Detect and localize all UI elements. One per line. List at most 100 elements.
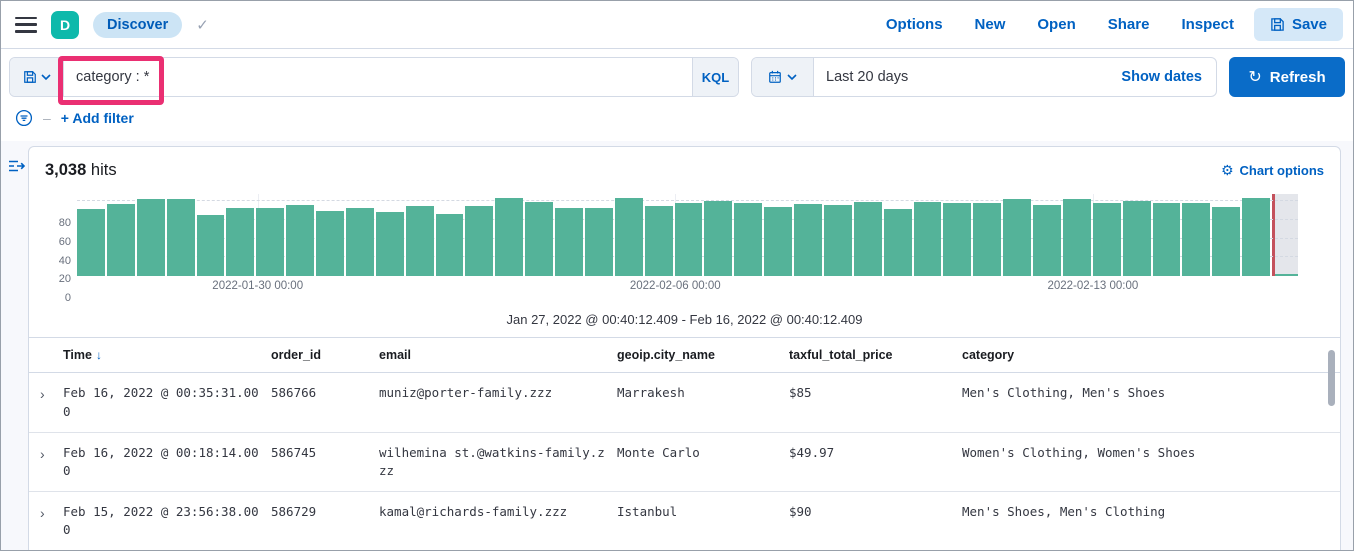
top-bar: D Discover ✓ Options New Open Share Inspect … xyxy=(1,1,1353,49)
histogram-bar[interactable] xyxy=(764,207,792,276)
saved-query-menu-button[interactable] xyxy=(10,58,64,96)
refresh-label: Refresh xyxy=(1269,68,1326,86)
query-input[interactable]: category : * xyxy=(64,58,692,96)
save-icon xyxy=(1271,18,1284,31)
histogram-bar[interactable] xyxy=(316,210,344,276)
histogram-bar[interactable] xyxy=(166,198,195,276)
breadcrumb[interactable]: Discover xyxy=(93,11,183,38)
date-picker-group: Last 20 days Show dates xyxy=(751,57,1217,97)
column-header-geoip-city-name[interactable]: geoip.city_name xyxy=(617,338,789,372)
check-icon: ✓ xyxy=(196,16,209,34)
nav-link-new[interactable]: New xyxy=(963,10,1018,39)
histogram-bar[interactable] xyxy=(286,205,314,276)
hits-count: 3,038 hits xyxy=(45,161,117,180)
table-header-row: Time ↓ order_id email geoip.city_name taxful_… xyxy=(29,338,1340,374)
chevron-down-icon xyxy=(40,73,51,80)
nav-link-open[interactable]: Open xyxy=(1025,10,1087,39)
calendar-icon xyxy=(769,70,781,83)
histogram-chart: 0 20 40 60 80 2022-01-30 00:00 2022-02-06 00:… xyxy=(39,194,1298,304)
save-button[interactable]: Save xyxy=(1253,8,1343,41)
histogram-bar[interactable] xyxy=(256,207,285,276)
histogram-bar[interactable] xyxy=(106,204,135,276)
table-cell: $90 xyxy=(789,503,812,519)
sort-desc-icon[interactable]: ↓ xyxy=(96,348,102,362)
histogram-bar[interactable] xyxy=(196,214,225,276)
histogram-bar[interactable] xyxy=(375,211,404,276)
add-filter-button[interactable]: + Add filter xyxy=(61,110,134,126)
current-time-partial-bucket[interactable] xyxy=(1272,194,1298,276)
histogram-bar[interactable] xyxy=(1092,203,1121,276)
histogram-bar[interactable] xyxy=(1062,198,1091,276)
histogram-bar[interactable] xyxy=(226,207,255,276)
histogram-bar[interactable] xyxy=(1182,203,1211,276)
row-expander-button[interactable]: › xyxy=(29,433,63,491)
histogram-bar[interactable] xyxy=(853,202,882,276)
table-cell: wilhemina st.@watkins-family.zzz xyxy=(379,444,605,478)
query-language-badge[interactable]: KQL xyxy=(692,58,738,96)
histogram-bar[interactable] xyxy=(345,207,374,276)
histogram-bar[interactable] xyxy=(1152,203,1181,276)
time-range-caption: Jan 27, 2022 @ 00:40:12.409 - Feb 16, 20… xyxy=(506,312,863,327)
histogram-bar[interactable] xyxy=(435,213,464,276)
histogram-bar[interactable] xyxy=(614,197,643,276)
column-header-time[interactable]: Time ↓ xyxy=(63,338,271,372)
menu-icon[interactable] xyxy=(15,16,37,33)
table-cell: Feb 16, 2022 @ 00:18:14.000 xyxy=(63,444,259,478)
y-tick-label: 20 xyxy=(58,273,71,286)
filter-menu-icon[interactable] xyxy=(15,109,33,127)
histogram-bar[interactable] xyxy=(584,207,613,276)
histogram-bar[interactable] xyxy=(1033,205,1061,276)
histogram-bar[interactable] xyxy=(913,202,942,276)
table-cell: Marrakesh xyxy=(617,385,685,401)
histogram-bar[interactable] xyxy=(1212,207,1241,276)
topbar-left: D Discover ✓ xyxy=(15,10,209,39)
histogram-bar[interactable] xyxy=(704,200,733,276)
column-header-order-id[interactable]: order_id xyxy=(271,338,379,372)
histogram-bar[interactable] xyxy=(943,203,972,276)
histogram-bar[interactable] xyxy=(674,203,703,276)
nav-link-inspect[interactable]: Inspect xyxy=(1169,10,1246,39)
histogram-bar[interactable] xyxy=(405,206,434,276)
column-header-email[interactable]: email xyxy=(379,338,617,372)
row-expander-button[interactable]: › xyxy=(29,492,63,550)
x-axis-ticks: 2022-01-30 00:00 2022-02-06 00:00 2022-02-… xyxy=(77,280,1298,296)
column-header-taxful-total-price[interactable]: taxful_total_price xyxy=(789,338,962,372)
histogram-bar[interactable] xyxy=(973,203,1002,276)
histogram-bar[interactable] xyxy=(1122,201,1151,276)
nav-link-options[interactable]: Options xyxy=(874,10,955,39)
table-scrollbar[interactable] xyxy=(1328,350,1335,406)
show-dates-button[interactable]: Show dates xyxy=(1107,58,1216,96)
histogram-bar[interactable] xyxy=(1242,197,1270,276)
histogram-bar[interactable] xyxy=(734,203,763,276)
partial-bucket-fill xyxy=(1275,274,1298,276)
nav-link-share[interactable]: Share xyxy=(1096,10,1162,39)
histogram-bar[interactable] xyxy=(525,202,553,276)
histogram-bar[interactable] xyxy=(136,198,165,276)
histogram-bar[interactable] xyxy=(555,207,583,276)
filter-dash-icon: – xyxy=(43,110,51,126)
kibana-discover-screen: D Discover ✓ Options New Open Share Inspect … xyxy=(0,0,1354,551)
column-header-category[interactable]: category xyxy=(962,338,1340,372)
histogram-bar[interactable] xyxy=(77,208,105,276)
expand-sidebar-icon[interactable] xyxy=(8,158,26,174)
topbar-nav: Options New Open Share Inspect Save xyxy=(874,8,1343,41)
histogram-bar[interactable] xyxy=(823,205,852,276)
refresh-button[interactable]: ↻ Refresh xyxy=(1229,57,1345,97)
query-input-group: category : * KQL xyxy=(9,57,739,97)
table-cell: $85 xyxy=(789,385,812,401)
histogram-bar[interactable] xyxy=(794,204,822,276)
space-avatar[interactable]: D xyxy=(51,10,79,39)
histogram-bar[interactable] xyxy=(883,208,912,276)
histogram-bar[interactable] xyxy=(465,206,494,276)
save-icon xyxy=(23,71,36,83)
row-expander-button[interactable]: › xyxy=(29,373,63,431)
histogram-bar[interactable] xyxy=(644,206,673,276)
date-range-value[interactable]: Last 20 days xyxy=(814,58,1107,96)
histogram-bar[interactable] xyxy=(495,197,524,276)
date-quick-select-button[interactable] xyxy=(752,58,814,96)
histogram-bar[interactable] xyxy=(1003,198,1031,276)
chevron-down-icon xyxy=(787,73,797,80)
chart-options-button[interactable]: ⚙ Chart options xyxy=(1221,162,1324,179)
table-cell: Men's Clothing, Men's Shoes xyxy=(962,385,1166,401)
y-tick-label: 0 xyxy=(64,292,71,304)
